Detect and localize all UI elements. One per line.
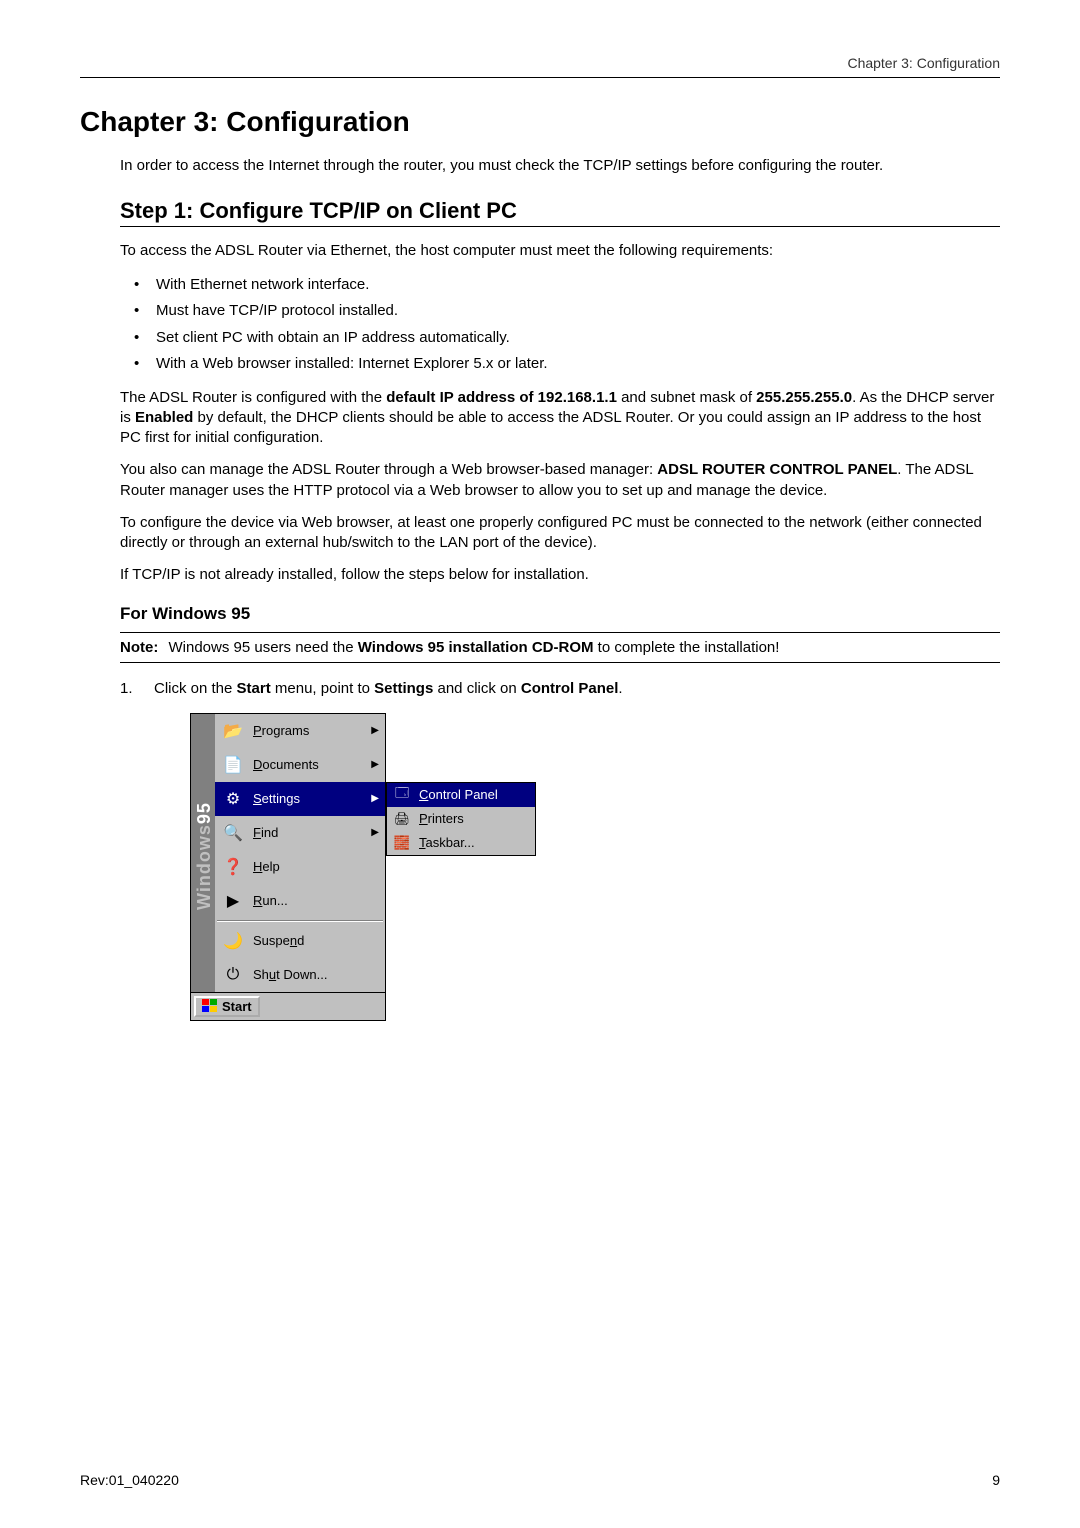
default-ip-paragraph: The ADSL Router is configured with the d… (120, 388, 1000, 449)
documents-icon: 📄 (221, 753, 245, 777)
page-number: 9 (992, 1472, 1000, 1488)
find-icon: 🔍 (221, 821, 245, 845)
footer-revision: Rev:01_040220 (80, 1472, 179, 1488)
start-menu-items: 📂 Programs ▶ 📄 Documents ▶ ⚙ Settings ▶ … (215, 714, 385, 992)
chapter-title: Chapter 3: Configuration (80, 106, 1000, 138)
page-header: Chapter 3: Configuration (80, 55, 1000, 78)
note-box: Note: Windows 95 users need the Windows … (120, 632, 1000, 663)
settings-submenu: 🗔 Control Panel 🖨 Printers 🧱 Taskbar... (386, 782, 536, 856)
note-label: Note: (120, 639, 158, 656)
chapter-label: Chapter 3: Configuration (847, 55, 1000, 71)
start-menu-main: Windows95 📂 Programs ▶ 📄 Documents ▶ ⚙ S… (190, 713, 386, 993)
list-item: Set client PC with obtain an IP address … (120, 327, 1000, 350)
help-icon: ❓ (221, 855, 245, 879)
step1-heading: Step 1: Configure TCP/IP on Client PC (120, 198, 1000, 224)
install-paragraph: If TCP/IP is not already installed, foll… (120, 565, 1000, 585)
requirements-intro: To access the ADSL Router via Ethernet, … (120, 241, 1000, 261)
start-menu-screenshot: Windows95 📂 Programs ▶ 📄 Documents ▶ ⚙ S… (190, 713, 590, 1021)
page-footer: Rev:01_040220 9 (80, 1472, 1000, 1488)
chevron-right-icon: ▶ (371, 759, 379, 770)
chevron-right-icon: ▶ (371, 793, 379, 804)
chevron-right-icon: ▶ (371, 725, 379, 736)
start-menu-item-find[interactable]: 🔍 Find ▶ (215, 816, 385, 850)
requirements-list: With Ethernet network interface. Must ha… (120, 274, 1000, 376)
suspend-icon: 🌙 (221, 929, 245, 953)
windows95-heading: For Windows 95 (120, 604, 1000, 624)
list-item: Must have TCP/IP protocol installed. (120, 300, 1000, 323)
submenu-item-taskbar[interactable]: 🧱 Taskbar... (387, 831, 535, 855)
webconfig-paragraph: To configure the device via Web browser,… (120, 513, 1000, 554)
settings-icon: ⚙ (221, 787, 245, 811)
windows-logo-icon (202, 999, 218, 1013)
list-item: With Ethernet network interface. (120, 274, 1000, 297)
start-menu-item-shutdown[interactable]: ⏻ Shut Down... (215, 958, 385, 992)
heading-rule (120, 226, 1000, 227)
run-icon: ▶ (221, 889, 245, 913)
control-panel-icon: 🗔 (393, 786, 411, 804)
submenu-item-printers[interactable]: 🖨 Printers (387, 807, 535, 831)
step-item: 1. Click on the Start menu, point to Set… (120, 679, 1000, 699)
list-item: With a Web browser installed: Internet E… (120, 353, 1000, 376)
programs-icon: 📂 (221, 719, 245, 743)
start-menu-brand-bar: Windows95 (191, 714, 215, 992)
start-menu-item-programs[interactable]: 📂 Programs ▶ (215, 714, 385, 748)
steps-list: 1. Click on the Start menu, point to Set… (120, 679, 1000, 699)
start-menu-item-settings[interactable]: ⚙ Settings ▶ (215, 782, 385, 816)
menu-separator (217, 920, 383, 922)
start-menu-item-run[interactable]: ▶ Run... (215, 884, 385, 918)
taskbar-icon: 🧱 (393, 834, 411, 852)
printers-icon: 🖨 (393, 810, 411, 828)
shutdown-icon: ⏻ (221, 963, 245, 987)
start-menu-item-suspend[interactable]: 🌙 Suspend (215, 924, 385, 958)
start-menu-item-help[interactable]: ❓ Help (215, 850, 385, 884)
start-menu-item-documents[interactable]: 📄 Documents ▶ (215, 748, 385, 782)
intro-paragraph: In order to access the Internet through … (120, 156, 1000, 176)
start-button[interactable]: Start (194, 996, 260, 1017)
submenu-item-control-panel[interactable]: 🗔 Control Panel (387, 783, 535, 807)
manage-paragraph: You also can manage the ADSL Router thro… (120, 460, 1000, 501)
chevron-right-icon: ▶ (371, 827, 379, 838)
taskbar: Start (190, 993, 386, 1021)
